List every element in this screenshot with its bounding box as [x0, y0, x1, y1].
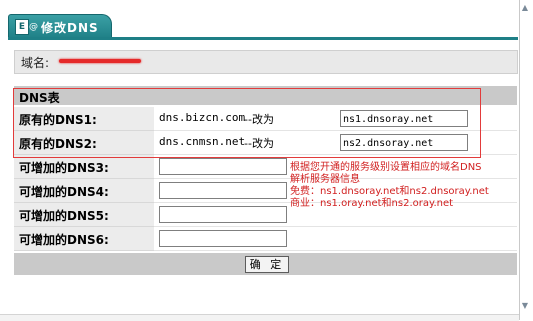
table-row-dns2: 原有的DNS2: dns.cnmsn.net --改为 ns2.dnsoray.… — [14, 131, 517, 155]
domain-redaction-mark — [59, 59, 141, 63]
dns6-label: 可增加的DNS6: — [19, 233, 109, 247]
table-row-dns6: 可增加的DNS6: — [14, 227, 517, 251]
dns3-input[interactable] — [159, 158, 287, 175]
scroll-up-icon[interactable]: ▲ — [521, 4, 529, 12]
tab-modify-dns[interactable]: E @ 修改DNS — [8, 14, 112, 39]
dns6-input[interactable] — [159, 230, 287, 247]
dns-table-header: DNS表 — [14, 86, 517, 105]
dns2-label: 原有的DNS2: — [19, 137, 97, 151]
scroll-down-icon[interactable]: ▼ — [521, 302, 529, 310]
domain-label: 域名: — [21, 56, 50, 70]
dns4-input[interactable] — [159, 182, 287, 199]
dns-table-title: DNS表 — [19, 91, 60, 105]
dns2-old-value: dns.cnmsn.net — [159, 135, 246, 148]
confirm-button[interactable]: 确 定 — [245, 256, 289, 273]
dns2-change-to: --改为 — [244, 137, 274, 150]
dns1-label: 原有的DNS1: — [19, 113, 97, 127]
dns5-input[interactable] — [159, 206, 287, 223]
dns1-new-input[interactable]: ns1.dnsoray.net — [340, 110, 468, 127]
tab-title: 修改DNS — [41, 21, 99, 35]
dns4-label: 可增加的DNS4: — [19, 185, 109, 199]
note-line-2: 解析服务器信息 — [290, 174, 360, 185]
vertical-scrollbar[interactable] — [519, 0, 533, 320]
dns-server-note: 根据您开通的服务级别设置相应的域名DNS 解析服务器信息 免费：ns1.dnso… — [290, 162, 520, 210]
document-icon: E — [15, 19, 29, 35]
note-line-1: 根据您开通的服务级别设置相应的域名DNS — [290, 162, 482, 173]
note-line-4: 商业：ns1.oray.net和ns2.oray.net — [290, 198, 454, 209]
form-footer: 确 定 — [14, 253, 517, 275]
domain-row: 域名: — [14, 50, 518, 74]
tab-at-symbol: @ — [29, 22, 38, 32]
dns1-old-value: dns.bizcn.com — [159, 111, 246, 124]
dns5-label: 可增加的DNS5: — [19, 209, 109, 223]
note-line-3: 免费：ns1.dnsoray.net和ns2.dnsoray.net — [290, 186, 489, 197]
dns2-new-input[interactable]: ns2.dnsoray.net — [340, 134, 468, 151]
table-row-dns1: 原有的DNS1: dns.bizcn.com --改为 ns1.dnsoray.… — [14, 107, 517, 131]
dns1-change-to: --改为 — [244, 113, 274, 126]
tab-underline — [8, 37, 518, 40]
dns3-label: 可增加的DNS3: — [19, 161, 109, 175]
